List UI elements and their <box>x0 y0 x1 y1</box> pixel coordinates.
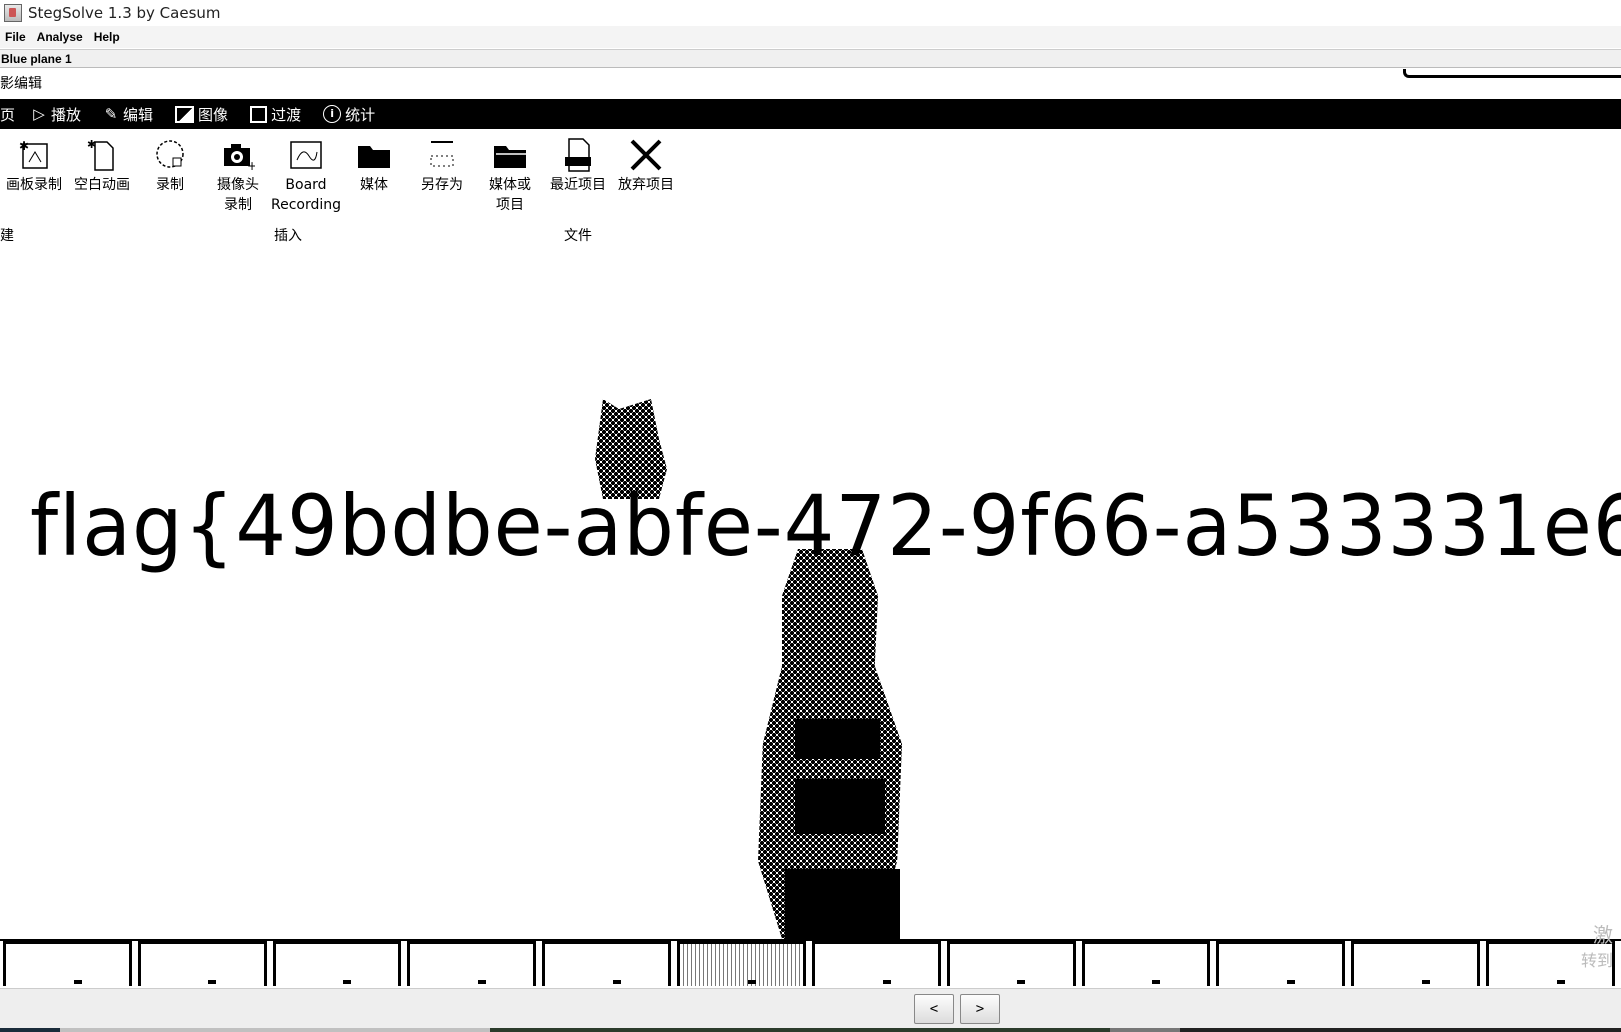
thumbnail-mark <box>208 980 217 984</box>
thumbnail-mark <box>1017 980 1026 984</box>
image-ribbon: ✱ 画板录制 ✱ 空白动画 录制 + 摄像头 录制 Board Recordin… <box>0 135 680 235</box>
ribbon-record: 录制 <box>136 135 204 235</box>
figure-stripe-1 <box>795 719 880 759</box>
thumbnail-mark <box>747 980 756 984</box>
menu-file[interactable]: File <box>0 30 32 44</box>
svg-text:✱: ✱ <box>19 139 29 153</box>
plane-label: Blue plane 1 <box>0 49 1621 68</box>
thumbnail-mark <box>1556 980 1565 984</box>
save-as-icon <box>424 135 460 175</box>
play-icon: ▷ <box>33 105 45 123</box>
image-tab-strip: 页 ▷ 播放 ✎ 编辑 图像 过渡 i 统计 <box>0 99 1621 129</box>
folder-icon <box>356 135 392 175</box>
window-bevel <box>1403 69 1621 78</box>
hidden-flag-text: flag{49bdbe-abfe-472-9f66-a533331e6} <box>30 477 1621 575</box>
svg-text:+: + <box>247 159 255 172</box>
thumbnail-mark <box>1287 980 1295 984</box>
editor-label: 影编辑 <box>0 76 42 92</box>
thumbnail-strip <box>0 939 1621 989</box>
thumbnail[interactable] <box>811 941 941 986</box>
board-icon <box>288 135 324 175</box>
ribbon-camera: + 摄像头 录制 <box>204 135 272 235</box>
figure-stripe-2 <box>795 779 885 834</box>
prev-plane-button[interactable]: < <box>914 994 954 1024</box>
group-label-file: 文件 <box>564 228 592 244</box>
menu-help[interactable]: Help <box>89 30 126 44</box>
group-label-insert: 插入 <box>274 228 302 244</box>
recent-doc-icon <box>560 135 596 175</box>
thumbnail-mark <box>478 980 487 984</box>
window-title: StegSolve 1.3 by Caesum <box>28 4 221 22</box>
navigation-bar: < > <box>0 988 1621 1032</box>
thumbnail-mark <box>612 980 621 984</box>
close-icon <box>628 135 664 175</box>
next-plane-button[interactable]: > <box>960 994 1000 1024</box>
blank-page-icon: ✱ <box>84 135 120 175</box>
record-region-icon <box>152 135 188 175</box>
board-record-icon: ✱ <box>16 135 52 175</box>
image-tab-image: 图像 <box>175 104 228 125</box>
ribbon-recent-projects: 最近项目 <box>544 135 612 235</box>
image-tab-stats: i 统计 <box>323 104 375 125</box>
thumbnail-mark <box>1421 980 1430 984</box>
java-app-icon <box>4 4 22 22</box>
thumbnail-mark <box>73 980 82 984</box>
thumbnail[interactable] <box>407 941 537 986</box>
pencil-icon: ✎ <box>104 105 118 123</box>
image-viewer: 影编辑 页 ▷ 播放 ✎ 编辑 图像 过渡 i 统计 ✱ 画板录制 ✱ 空白动画 录制… <box>0 69 1621 939</box>
watermark: 激 转到 <box>1580 923 1613 970</box>
camera-icon: + <box>220 135 256 175</box>
group-label-create: 建 <box>0 228 14 244</box>
ribbon-discard-project: 放弃项目 <box>612 135 680 235</box>
thumbnail[interactable] <box>137 941 267 986</box>
menu-analyse[interactable]: Analyse <box>32 30 89 44</box>
menu-bar: File Analyse Help <box>0 26 1621 48</box>
ribbon-save-as: 另存为 <box>408 135 476 235</box>
thumbnail-mark <box>343 980 352 984</box>
ribbon-board-record: ✱ 画板录制 <box>0 135 68 235</box>
thumbnail[interactable] <box>3 941 132 986</box>
ribbon-media-or-project: 媒体或 项目 <box>476 135 544 235</box>
ribbon-board-recording: Board Recording <box>271 135 341 235</box>
transition-icon <box>250 105 268 123</box>
image-tab-edit: ✎ 编辑 <box>104 105 154 124</box>
ribbon-blank-animation: ✱ 空白动画 <box>68 135 136 235</box>
thumbnail[interactable] <box>677 941 806 986</box>
svg-text:✱: ✱ <box>87 138 96 151</box>
ribbon-media: 媒体 <box>340 135 408 235</box>
thumbnail[interactable] <box>1351 941 1481 986</box>
taskbar-edge <box>0 1028 1621 1032</box>
thumbnail-mark <box>1152 980 1161 984</box>
folder-open-icon <box>492 135 528 175</box>
image-tab-page: 页 <box>0 105 16 124</box>
thumbnail[interactable] <box>946 941 1076 986</box>
thumbnail[interactable] <box>542 941 672 986</box>
title-bar: StegSolve 1.3 by Caesum <box>0 0 1621 26</box>
image-tab-transition: 过渡 <box>250 104 301 125</box>
thumbnail-mark <box>882 980 891 984</box>
info-icon: i <box>323 105 342 123</box>
thumbnail[interactable] <box>272 941 402 986</box>
image-tab-play: ▷ 播放 <box>31 104 81 125</box>
thumbnail[interactable] <box>1216 941 1346 986</box>
figure-stripe-3 <box>785 869 900 939</box>
picture-icon <box>175 105 195 123</box>
thumbnail[interactable] <box>1081 941 1211 986</box>
